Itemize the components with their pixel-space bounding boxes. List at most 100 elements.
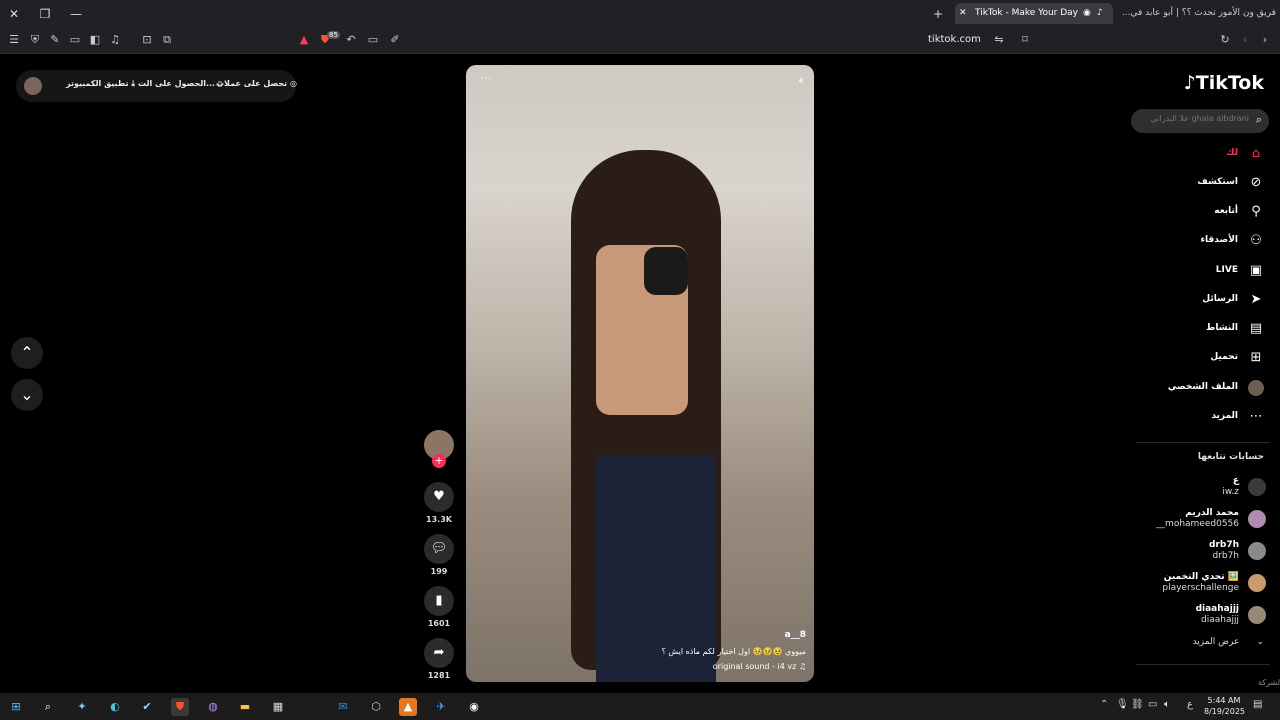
see-more-label: عرض المزيد [1192,637,1240,647]
sidebar-item-label: المزيد [1211,411,1238,421]
vpn-icon[interactable]: ✈ [432,698,450,716]
sidebar-item-label: الرسائل [1202,294,1238,304]
new-tab-icon[interactable]: + [930,6,946,22]
sidebar-item-more[interactable]: ⋯ المزيد [1124,407,1264,427]
restore-window-icon[interactable]: ❐ [37,6,53,22]
sidebar-item-explore[interactable]: ⊘ استكشف [1124,173,1264,193]
sidebar-item-messages[interactable]: ➤ الرسائل [1124,290,1264,310]
wallet-icon[interactable]: ✎ [48,33,62,47]
avatar [1248,606,1266,624]
address-bar[interactable]: tiktok.com [928,33,981,47]
search-input[interactable] [1137,114,1249,123]
site-settings-icon[interactable]: ⇋ [992,33,1006,47]
windows-start-icon[interactable]: ⊞ [7,698,25,716]
tabs-icon[interactable]: ▭ [68,33,82,47]
reload-icon[interactable]: ↻ [1218,33,1232,47]
following-account[interactable]: ع iw.z [1116,474,1266,502]
microphone-icon[interactable]: 🎙︎ [1116,699,1129,710]
store-icon[interactable]: ▦ [269,698,287,716]
like-action[interactable]: ♥ 13.3K [424,482,454,524]
next-video-button[interactable]: ⌄ [11,379,43,411]
user-avatar[interactable] [24,77,42,95]
steam-icon[interactable]: ✔ [138,698,156,716]
back-icon[interactable]: › [1258,33,1272,47]
share-action[interactable]: ➦ 1281 [424,638,454,680]
tab-youtube[interactable]: فريق ون الأمور تحدث ؟؟ | أبو عابد في... [1120,3,1276,24]
cast-icon[interactable]: ▭ [366,33,380,47]
sidebar-item-for-you[interactable]: ⌂ لك [1124,144,1264,164]
company-link[interactable]: الشركة [1258,678,1280,687]
author-avatar-action[interactable]: + [424,430,454,468]
clock[interactable]: 5:44 AM 8/19/2025 [1204,695,1245,717]
video-player[interactable]: ⋯ 🔈︎ a__8 ميووي 🥹🥹🥹 اول اختيار لكم ماذه … [466,65,814,682]
forward-icon[interactable]: ‹ [1238,33,1252,47]
video-author[interactable]: a__8 [785,630,806,640]
shield-icon[interactable]: ⛨ [28,33,42,47]
tiktok-logo[interactable]: ♪TikTok [1184,72,1264,94]
save-action[interactable]: ▮ 1601 [424,586,454,628]
following-account[interactable]: drb7h drb7h [1116,538,1266,566]
sidebar-item-following[interactable]: ⚲ أتابعه [1124,202,1264,222]
sidebar-icon[interactable]: ◧ [88,33,102,47]
sidebar-item-profile[interactable]: الملف الشخصي [1124,378,1264,398]
brave-rewards-icon[interactable]: ▲ [297,33,311,47]
sidebar-item-label: النشاط [1205,323,1238,333]
discord-icon[interactable]: ◍ [204,698,222,716]
edge-icon[interactable]: ◐ [106,698,124,716]
comment-icon[interactable]: 💬︎ [424,534,454,564]
sidebar-item-live[interactable]: ▣ LIVE [1124,261,1264,281]
see-more-button[interactable]: عرض المزيد ⌄ [1193,637,1264,647]
minimize-window-icon[interactable]: — [68,6,84,22]
search-bar[interactable]: ⌕ [1131,109,1269,133]
bookmark-icon[interactable]: ▮ [424,586,454,616]
sidebar-item-upload[interactable]: ⊞ تحميل [1124,348,1264,368]
share-icon[interactable]: ↶ [344,33,358,47]
menu-icon[interactable]: ☰ [7,33,21,47]
heart-icon[interactable]: ♥ [424,482,454,512]
edit-icon[interactable]: ✐ [388,33,402,47]
bookmark-icon[interactable]: ⌑ [1018,33,1032,47]
get-coins-label: تحصل على عملات [216,79,288,88]
get-app-button[interactable]: الحصول على الت... ▯ [138,79,222,88]
language-indicator[interactable]: ع [1187,699,1193,710]
following-account[interactable]: تحدي التخمين 🖼️ playerschallenge [1116,570,1266,598]
music-icon[interactable]: ♫ [108,33,122,47]
network-icon[interactable]: ▭ [1148,699,1157,710]
app-icon[interactable]: ⬡ [367,698,385,716]
more-options-icon[interactable]: ⋯ [480,71,492,85]
sidebar-item-friends[interactable]: ⚇ الأصدقاء [1124,231,1264,251]
audio-icon[interactable]: ◉ [1083,3,1091,24]
desktop-app-button[interactable]: تطبيق الكمبيوتر ⤓ [66,79,135,89]
comment-action[interactable]: 💬︎ 199 [424,534,454,576]
tab-tiktok[interactable]: ✕ TikTok - Make Your Day ◉ ♪ [955,3,1113,24]
notifications-icon[interactable]: ▤ [1253,699,1262,710]
sidebar-item-label: أتابعه [1214,206,1238,216]
tab-title: TikTok - Make Your Day [975,8,1079,18]
outlook-icon[interactable]: ✉ [334,698,352,716]
chevron-down-icon: ⌄ [1256,637,1264,647]
search-icon[interactable]: ⌕ [39,698,57,716]
tray-overflow-icon[interactable]: ⌃ [1100,699,1108,710]
avatar [1248,574,1266,592]
share-arrow-icon[interactable]: ➦ [424,638,454,668]
copilot-icon[interactable]: ✦ [73,698,91,716]
close-window-icon[interactable]: ✕ [6,6,22,22]
brave-icon[interactable]: ⛊ [171,698,189,716]
following-account[interactable]: diaahajjj diaahajjj [1116,602,1266,630]
video-sound[interactable]: original sound - i4 vz ♫ [713,662,806,671]
previous-video-button[interactable]: ⌃ [11,337,43,369]
obs-icon[interactable]: ◉ [465,698,483,716]
volume-icon[interactable]: 🔈︎ [799,73,806,88]
screenshot-icon[interactable]: ⊡ [140,33,154,47]
network-app-icon[interactable]: ⛓ [1131,699,1144,710]
get-coins-button[interactable]: تحصل على عملات ◎ [216,79,297,88]
following-account[interactable]: محمد الدريم __mohameed0556 [1116,506,1266,534]
search-icon[interactable]: ⌕ [1256,113,1262,127]
sidebar-item-activity[interactable]: ▤ النشاط [1124,319,1264,339]
extensions-icon[interactable]: ⧉ [160,33,174,47]
close-tab-icon[interactable]: ✕ [959,3,967,24]
follow-plus-icon[interactable]: + [432,454,446,468]
volume-icon[interactable]: 🔈︎ [1164,699,1170,710]
file-explorer-icon[interactable]: ▬ [236,698,254,716]
vlc-icon[interactable]: ▲ [399,698,417,716]
